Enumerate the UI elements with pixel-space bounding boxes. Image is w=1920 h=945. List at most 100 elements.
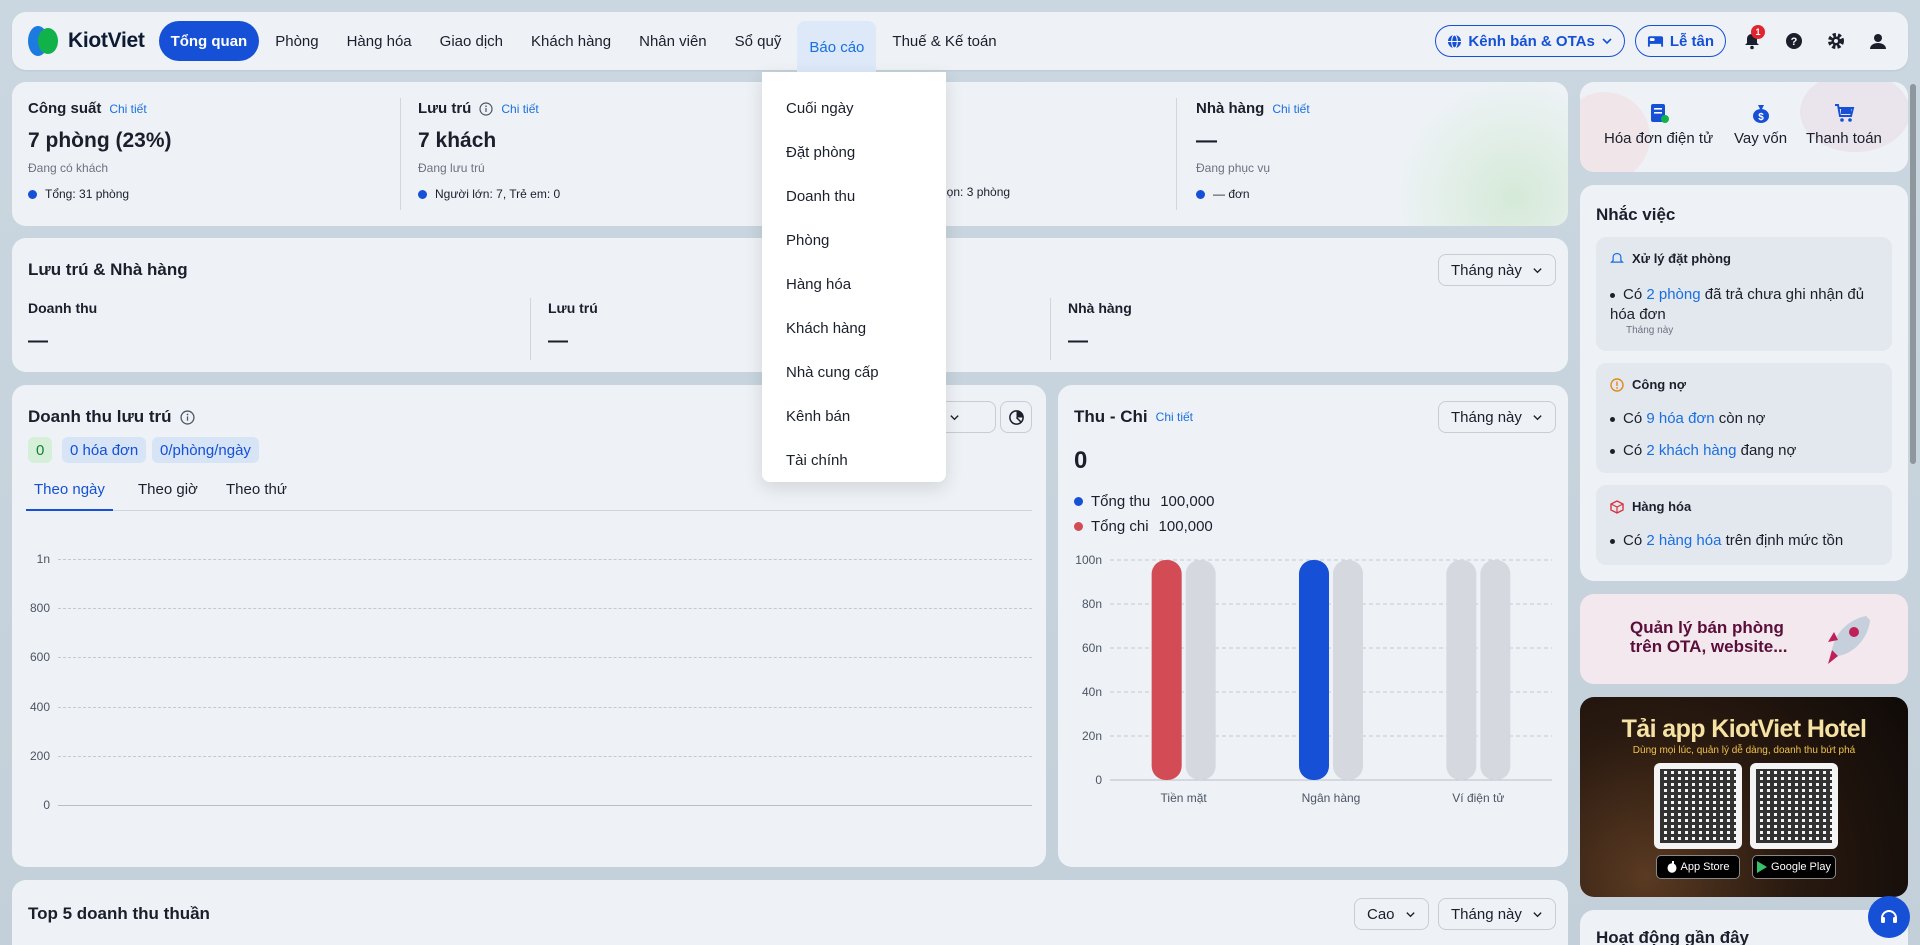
reminder-debt-title: Công nợ	[1632, 377, 1687, 392]
chart-gridline	[58, 755, 1032, 757]
reminder-goods-post: trên định mức tồn	[1725, 532, 1844, 549]
support-chat-button[interactable]	[1868, 896, 1910, 938]
stay-col-revenue-value: —	[28, 330, 48, 352]
help-icon: ?	[1786, 33, 1802, 49]
stat-stay-adults-value: 7,	[496, 187, 507, 201]
quick-actions-card: Hóa đơn điện tử $ Vay vốn Thanh toán	[1580, 82, 1908, 172]
reminder-booking-link[interactable]: 2 phòng	[1646, 286, 1700, 303]
divider	[1176, 98, 1177, 210]
ota-promo-banner[interactable]: Quản lý bán phòng trên OTA, website...	[1580, 594, 1908, 684]
app-banner-subtitle: Dùng mọi lúc, quản lý dễ dàng, doanh thu…	[1632, 745, 1856, 756]
reminder-debt-link-2[interactable]: 2 khách hàng	[1646, 442, 1736, 459]
app-download-banner[interactable]: Tải app KiotViet Hotel Dùng mọi lúc, quả…	[1580, 697, 1908, 897]
bullet	[1610, 538, 1615, 544]
e-invoice-icon	[1650, 104, 1669, 123]
report-menu-suppliers[interactable]: Nhà cung cấp	[762, 350, 946, 394]
nav-item-cashbook[interactable]: Sổ quỹ	[723, 21, 794, 61]
chevron-down-icon	[1533, 267, 1542, 273]
quick-loan-label: Vay vốn	[1734, 130, 1788, 147]
chart-y-tick: 0	[1095, 773, 1102, 787]
bed-icon	[1647, 36, 1663, 47]
report-menu-end-of-day[interactable]: Cuối ngày	[762, 86, 946, 130]
reminder-booking: Xử lý đặt phòng Có 2 phòng đã trả chưa g…	[1596, 237, 1892, 351]
bullet	[1610, 448, 1615, 454]
reminder-booking-title: Xử lý đặt phòng	[1632, 251, 1731, 266]
qr-code-google-play	[1750, 763, 1838, 849]
nav-item-customers[interactable]: Khách hàng	[519, 21, 623, 61]
logo[interactable]: KiotViet	[26, 24, 145, 58]
stat-stay-detail-link[interactable]: Chi tiết	[501, 102, 538, 116]
headset-icon	[1881, 910, 1897, 923]
stat-cleaning-foot-value: 3 phòng	[966, 185, 1011, 199]
account-button[interactable]	[1862, 25, 1894, 57]
reminder-goods-line: Có 2 hàng hóa trên định mức tồn	[1610, 531, 1880, 551]
chart-y-tick: 20n	[1082, 729, 1102, 743]
google-play-badge[interactable]: Google Play	[1752, 855, 1836, 879]
nav-item-rooms[interactable]: Phòng	[263, 21, 330, 61]
chart-y-tick: 400	[29, 699, 50, 714]
bar-income	[1299, 560, 1329, 780]
stay-col-stay-label: Lưu trú	[548, 300, 598, 316]
notification-button[interactable]: 1	[1736, 25, 1768, 57]
stay-restaurant-period-select[interactable]: Tháng này	[1438, 254, 1556, 286]
report-menu-goods[interactable]: Hàng hóa	[762, 262, 946, 306]
stat-stay-children-value: 0	[553, 187, 561, 201]
report-menu-booking[interactable]: Đặt phòng	[762, 130, 946, 174]
qr-code-app-store	[1654, 763, 1742, 849]
reminder-debt-pre-2: Có	[1623, 442, 1643, 459]
reminder-booking-line: Có 2 phòng đã trả chưa ghi nhận đủ hóa đ…	[1610, 285, 1880, 325]
recent-activity-title: Hoạt động gần đây	[1596, 928, 1749, 945]
top5-sort-value: Cao	[1367, 905, 1395, 923]
promo-line-2: trên OTA, website...	[1630, 637, 1788, 656]
quick-e-invoice[interactable]: Hóa đơn điện tử	[1604, 102, 1713, 147]
stat-restaurant-value: —	[1196, 129, 1217, 152]
nav-item-staff[interactable]: Nhân viên	[627, 21, 719, 61]
scrollbar-thumb[interactable]	[1910, 84, 1916, 464]
stat-capacity-detail-link[interactable]: Chi tiết	[109, 102, 146, 116]
top5-period-select[interactable]: Tháng này	[1438, 898, 1556, 930]
kiotviet-logo-icon	[26, 24, 60, 58]
stat-capacity-value: 7 phòng (23%)	[28, 129, 172, 152]
report-menu-revenue[interactable]: Doanh thu	[762, 174, 946, 218]
legend-dot	[1196, 190, 1205, 200]
chart-gridline	[58, 657, 1032, 659]
chevron-down-icon	[1405, 911, 1415, 917]
stay-col-restaurant-value: —	[1068, 330, 1088, 352]
nav-item-goods[interactable]: Hàng hóa	[335, 21, 424, 61]
channel-button[interactable]: Kênh bán & OTAs	[1435, 25, 1625, 57]
report-menu-customers[interactable]: Khách hàng	[762, 306, 946, 350]
help-button[interactable]: ?	[1778, 25, 1810, 57]
settings-button[interactable]	[1820, 25, 1852, 57]
page-scrollbar[interactable]	[1910, 84, 1916, 944]
nav-item-reports[interactable]: Báo cáo	[797, 21, 877, 73]
stat-restaurant-detail-link[interactable]: Chi tiết	[1272, 102, 1309, 116]
stat-stay-sub: Đang lưu trú	[418, 161, 485, 175]
report-menu-finance[interactable]: Tài chính	[762, 438, 946, 482]
stat-cleaning: dọn: 3 phòng	[940, 100, 1140, 210]
nav-item-transactions[interactable]: Giao dịch	[428, 21, 515, 61]
report-dropdown-menu: Cuối ngày Đặt phòng Doanh thu Phòng Hàng…	[762, 72, 946, 482]
stat-stay-adults-label: Người lớn:	[435, 187, 493, 201]
svg-text:?: ?	[1791, 36, 1798, 48]
nav-item-tax-accounting[interactable]: Thuế & Kế toán	[880, 21, 1008, 61]
reminder-debt-pre-1: Có	[1623, 410, 1643, 427]
top5-sort-select[interactable]: Cao	[1354, 898, 1429, 930]
info-icon[interactable]	[479, 101, 493, 116]
stat-capacity: Công suất Chi tiết 7 phòng (23%) Đang có…	[28, 100, 398, 210]
reception-button[interactable]: Lễ tân	[1634, 25, 1726, 57]
chart-gridline	[58, 805, 1032, 806]
reminder-goods-link[interactable]: 2 hàng hóa	[1646, 532, 1721, 549]
top5-title: Top 5 doanh thu thuần	[28, 904, 210, 923]
app-store-badge[interactable]: App Store	[1656, 855, 1740, 879]
chevron-down-icon	[1602, 38, 1612, 45]
quick-payment[interactable]: Thanh toán	[1806, 102, 1882, 147]
reminders-card: Nhắc việc Xử lý đặt phòng Có 2 phòng đã …	[1580, 185, 1908, 581]
reminder-debt-link-1[interactable]: 9 hóa đơn	[1646, 410, 1714, 427]
nav-item-overview[interactable]: Tổng quan	[158, 21, 260, 61]
quick-loan[interactable]: $ Vay vốn	[1734, 102, 1787, 147]
stay-col-revenue-label: Doanh thu	[28, 300, 98, 316]
report-menu-sales-channels[interactable]: Kênh bán	[762, 394, 946, 438]
chart-y-tick: 600	[29, 650, 50, 665]
report-menu-rooms[interactable]: Phòng	[762, 218, 946, 262]
money-bag-icon: $	[1752, 105, 1769, 123]
